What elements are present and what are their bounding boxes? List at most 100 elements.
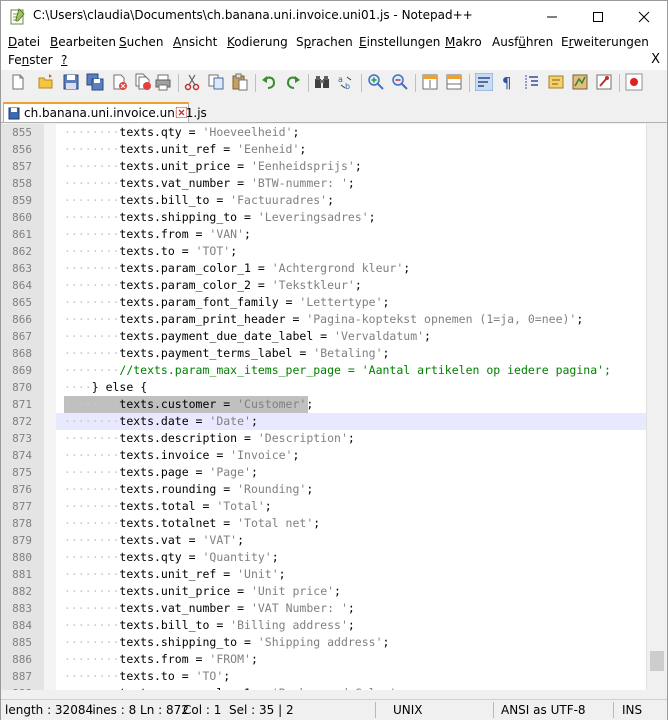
new-file-icon[interactable]: [9, 73, 27, 91]
line-number[interactable]: 857: [1, 158, 32, 175]
line-number[interactable]: 872: [1, 413, 32, 430]
status-insert-mode[interactable]: INS: [622, 703, 642, 717]
code-line[interactable]: ········texts.description = 'Description…: [64, 430, 355, 447]
scrollbar-thumb[interactable]: [650, 651, 664, 671]
zoom-in-icon[interactable]: [367, 73, 385, 91]
close-all-icon[interactable]: [134, 73, 152, 91]
line-number[interactable]: 861: [1, 226, 32, 243]
code-line[interactable]: ········texts.vat_number = 'BTW-nummer: …: [64, 175, 355, 192]
code-line[interactable]: ········texts.param_color_1 = 'Achtergro…: [64, 260, 410, 277]
line-number[interactable]: 879: [1, 532, 32, 549]
line-number[interactable]: 882: [1, 583, 32, 600]
line-number[interactable]: 863: [1, 260, 32, 277]
menu-erweiterungen[interactable]: Erweiterungen: [561, 35, 649, 49]
menu-ausfuehren[interactable]: Ausführen: [492, 35, 553, 49]
code-line[interactable]: ········texts.bill_to = 'Billing address…: [64, 617, 355, 634]
line-number[interactable]: 867: [1, 328, 32, 345]
line-number[interactable]: 865: [1, 294, 32, 311]
show-all-characters-icon[interactable]: ¶: [499, 73, 517, 91]
line-number[interactable]: 856: [1, 141, 32, 158]
menu-suchen[interactable]: Suchen: [119, 35, 163, 49]
line-number[interactable]: 871: [1, 396, 32, 413]
line-number[interactable]: 862: [1, 243, 32, 260]
save-icon[interactable]: [62, 73, 80, 91]
line-number[interactable]: 859: [1, 192, 32, 209]
sync-horizontal-icon[interactable]: [445, 73, 463, 91]
line-number[interactable]: 866: [1, 311, 32, 328]
line-number[interactable]: 886: [1, 651, 32, 668]
code-line[interactable]: ········texts.total = 'Total';: [64, 498, 272, 515]
line-number[interactable]: 876: [1, 481, 32, 498]
code-line[interactable]: ········texts.param_color_1 = 'Backgroun…: [64, 685, 403, 690]
line-number[interactable]: 874: [1, 447, 32, 464]
code-line[interactable]: ········texts.bill_to = 'Factuuradres';: [64, 192, 334, 209]
menu-help[interactable]: ?: [61, 53, 67, 67]
code-line[interactable]: ········texts.payment_due_date_label = '…: [64, 328, 431, 345]
fold-margin[interactable]: [44, 124, 56, 690]
code-line[interactable]: ········texts.customer = 'Customer';: [64, 396, 313, 413]
close-window-button[interactable]: [621, 1, 667, 32]
minimize-button[interactable]: [529, 1, 575, 32]
record-macro-icon[interactable]: [625, 73, 643, 91]
line-number[interactable]: 884: [1, 617, 32, 634]
status-encoding[interactable]: ANSI as UTF-8: [501, 703, 586, 717]
line-number[interactable]: 868: [1, 345, 32, 362]
code-line[interactable]: ········texts.rounding = 'Rounding';: [64, 481, 313, 498]
word-wrap-icon[interactable]: [475, 73, 493, 91]
menu-einstellungen[interactable]: Einstellungen: [359, 35, 440, 49]
open-file-icon[interactable]: [37, 73, 55, 91]
line-number[interactable]: 878: [1, 515, 32, 532]
line-number[interactable]: 887: [1, 668, 32, 685]
menu-kodierung[interactable]: Kodierung: [227, 35, 288, 49]
status-eol-format[interactable]: UNIX: [393, 703, 423, 717]
menu-fenster[interactable]: Fenster: [8, 53, 53, 67]
user-language-icon[interactable]: [547, 73, 565, 91]
code-line[interactable]: ····} else {: [64, 379, 147, 396]
replace-icon[interactable]: ab: [337, 73, 355, 91]
code-line[interactable]: ········texts.vat = 'VAT';: [64, 532, 244, 549]
menu-bearbeiten[interactable]: Bearbeiten: [50, 35, 116, 49]
line-number[interactable]: 873: [1, 430, 32, 447]
tab-close-icon[interactable]: [176, 107, 187, 118]
close-file-icon[interactable]: [110, 73, 128, 91]
document-map-icon[interactable]: [571, 73, 589, 91]
line-number[interactable]: 864: [1, 277, 32, 294]
line-number[interactable]: 877: [1, 498, 32, 515]
code-line[interactable]: ········texts.totalnet = 'Total net';: [64, 515, 320, 532]
find-icon[interactable]: [313, 73, 331, 91]
save-all-icon[interactable]: [86, 73, 104, 91]
code-line[interactable]: ········texts.param_print_header = 'Pagi…: [64, 311, 583, 328]
code-line[interactable]: ········texts.date = 'Date';: [64, 413, 258, 430]
line-number[interactable]: 858: [1, 175, 32, 192]
code-line[interactable]: ········texts.from = 'FROM';: [64, 651, 258, 668]
tab-ch-banana-uni-invoice[interactable]: ch.banana.uni.invoice.uni01.js: [3, 102, 207, 122]
line-number[interactable]: 870: [1, 379, 32, 396]
indent-guide-icon[interactable]: [523, 73, 541, 91]
status-lines[interactable]: lines : 8 Ln : 872: [89, 703, 189, 717]
menu-sprachen[interactable]: Sprachen: [296, 35, 353, 49]
code-line[interactable]: ········texts.param_color_2 = 'Tekstkleu…: [64, 277, 362, 294]
maximize-button[interactable]: [575, 1, 621, 32]
copy-icon[interactable]: [207, 73, 225, 91]
paste-icon[interactable]: [231, 73, 249, 91]
code-line[interactable]: ········texts.shipping_to = 'Leveringsad…: [64, 209, 376, 226]
line-number[interactable]: 880: [1, 549, 32, 566]
code-line[interactable]: ········texts.page = 'Page';: [64, 464, 258, 481]
code-line[interactable]: ········texts.shipping_to = 'Shipping ad…: [64, 634, 389, 651]
code-line[interactable]: ········texts.param_font_family = 'Lette…: [64, 294, 389, 311]
line-number[interactable]: 869: [1, 362, 32, 379]
menu-makro[interactable]: Makro: [445, 35, 482, 49]
code-line[interactable]: ········texts.qty = 'Hoeveelheid';: [64, 124, 299, 141]
menu-datei[interactable]: Datei: [8, 35, 40, 49]
zoom-out-icon[interactable]: [391, 73, 409, 91]
code-area[interactable]: ········texts.qty = 'Hoeveelheid'; ······…: [56, 124, 646, 690]
redo-icon[interactable]: [284, 73, 302, 91]
print-icon[interactable]: [154, 73, 172, 91]
code-line[interactable]: ········texts.from = 'VAN';: [64, 226, 251, 243]
code-line[interactable]: ········texts.unit_ref = 'Eenheid';: [64, 141, 306, 158]
code-line[interactable]: ········texts.unit_ref = 'Unit';: [64, 566, 286, 583]
line-number[interactable]: 888: [1, 685, 32, 690]
line-number[interactable]: 860: [1, 209, 32, 226]
undo-icon[interactable]: [260, 73, 278, 91]
cut-icon[interactable]: [183, 73, 201, 91]
